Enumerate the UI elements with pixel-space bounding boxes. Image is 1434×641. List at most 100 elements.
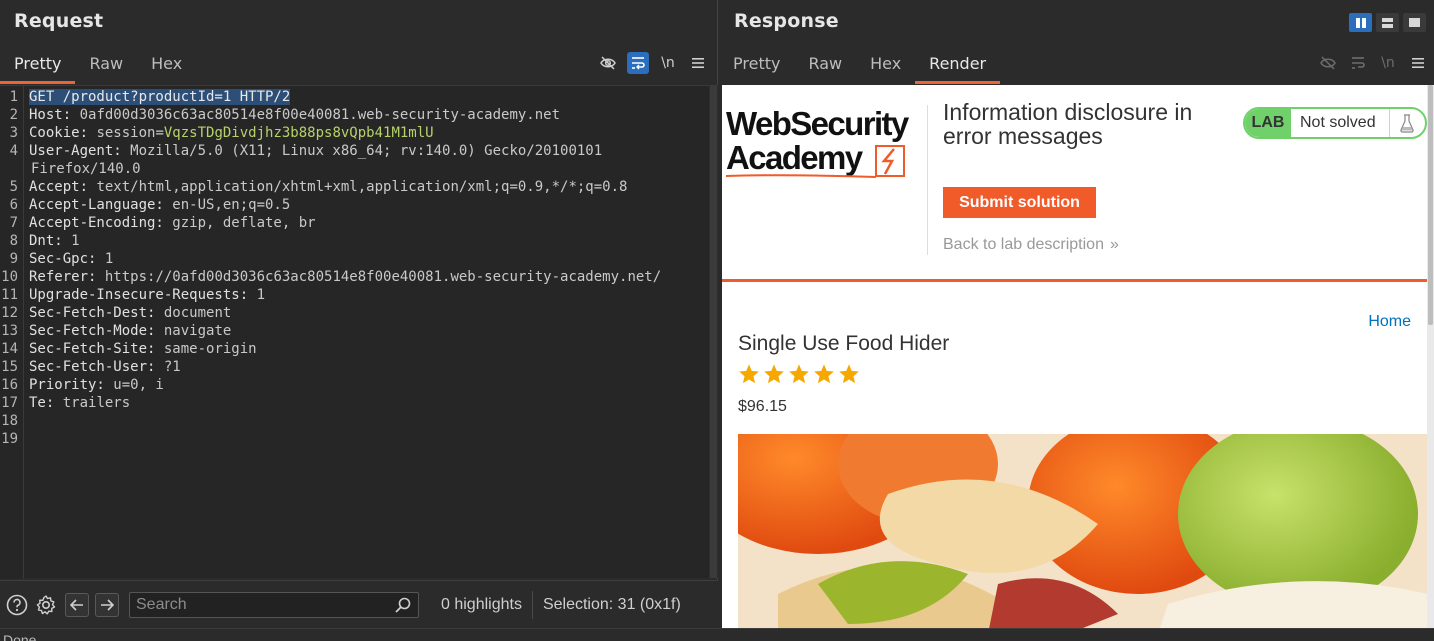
line-text: Upgrade-Insecure-Requests: 1: [22, 286, 265, 304]
search-box: [129, 591, 419, 618]
line-number: 14: [1, 341, 18, 357]
tab-pretty[interactable]: Pretty: [0, 44, 76, 84]
wrapped-text: Firefox/140.0: [31, 161, 141, 177]
response-tabs: Pretty Raw Hex Render: [719, 44, 1001, 84]
line-text: Accept-Encoding: gzip, deflate, br: [22, 214, 316, 232]
header-name: Host:: [29, 107, 72, 123]
star-icon: [839, 364, 859, 384]
request-line: 10 Referer: https://0afd00d3036c63ac80514…: [0, 268, 718, 286]
submit-solution-button[interactable]: Submit solution: [943, 187, 1096, 218]
lab-title: Information disclosure in error messages: [943, 99, 1193, 149]
header-name: Sec-Fetch-Site:: [29, 341, 156, 357]
line-number: 9: [9, 251, 18, 267]
request-line: 11 Upgrade-Insecure-Requests: 1: [0, 286, 718, 304]
tab-render[interactable]: Render: [915, 44, 1001, 84]
header-name: Accept-Language:: [29, 197, 164, 213]
request-scrollbar[interactable]: [709, 85, 718, 578]
line-number: 17: [1, 395, 18, 411]
product-price: $96.15: [738, 398, 787, 415]
product-name: Single Use Food Hider: [738, 332, 950, 355]
request-line: 2 Host: 0afd00d3036c63ac80514e8f00e40081.…: [0, 106, 718, 124]
search-input[interactable]: [130, 592, 380, 617]
help-icon[interactable]: [5, 593, 29, 617]
lab-label: LAB: [1245, 109, 1291, 137]
request-statusbar: 0 highlights Selection: 31 (0x1f): [0, 580, 718, 628]
line-number: 11: [1, 287, 18, 303]
line-text: GET /product?productId=1 HTTP/2: [22, 88, 291, 106]
selection-info: Selection: 31 (0x1f): [542, 595, 681, 613]
cookie-value: VqzsTDgDivdjhz3b88ps8vQpb41M1mlU: [163, 125, 434, 141]
header-value: document: [155, 305, 232, 321]
layout-tabs-icon[interactable]: [1403, 13, 1426, 32]
layout-side-by-side-icon[interactable]: [1349, 13, 1372, 32]
highlights-count: 0 highlights: [441, 595, 522, 613]
line-number: 15: [1, 359, 18, 375]
previous-arrow-icon[interactable]: [65, 592, 89, 617]
request-line: 6 Accept-Language: en-US,en;q=0.5: [0, 196, 718, 214]
header-name: Sec-Gpc:: [29, 251, 97, 267]
header-value: session=: [88, 125, 164, 141]
header-value: 1: [62, 233, 80, 249]
search-icon[interactable]: [394, 596, 412, 614]
header-name: Cookie:: [29, 125, 89, 141]
response-title: Response: [734, 10, 839, 32]
star-icon: [814, 364, 834, 384]
request-title: Request: [14, 10, 104, 32]
menu-icon[interactable]: [687, 52, 709, 74]
hide-nonprintable-icon[interactable]: [1317, 52, 1339, 74]
double-chevron-icon: »: [1109, 236, 1119, 253]
back-to-lab-link[interactable]: Back to lab description »: [943, 236, 1119, 254]
request-pane: Request Pretty Raw Hex \n 1 GET /product?…: [0, 0, 718, 628]
layout-stacked-icon[interactable]: [1376, 13, 1399, 32]
tab-hex[interactable]: Hex: [856, 44, 915, 84]
logo-underline: [726, 174, 877, 178]
render-scrollbar[interactable]: [1427, 85, 1434, 628]
line-number: 10: [1, 269, 18, 285]
back-link-label: Back to lab description: [943, 236, 1104, 253]
header-rule: [722, 279, 1427, 282]
star-icon: [739, 364, 759, 384]
tab-raw[interactable]: Raw: [794, 44, 856, 84]
header-name: Sec-Fetch-Mode:: [29, 323, 156, 339]
line-text: [22, 412, 29, 430]
home-link[interactable]: Home: [1368, 313, 1411, 331]
newline-toggle[interactable]: \n: [657, 52, 679, 74]
request-line: 13 Sec-Fetch-Mode: navigate: [0, 322, 718, 340]
layout-switcher: [1349, 13, 1426, 32]
word-wrap-icon[interactable]: [1347, 52, 1369, 74]
hide-nonprintable-icon[interactable]: [597, 52, 619, 74]
newline-toggle[interactable]: \n: [1377, 52, 1399, 74]
header-name: Te:: [29, 395, 55, 411]
menu-icon[interactable]: [1407, 52, 1429, 74]
tab-raw[interactable]: Raw: [75, 44, 137, 84]
header-name: Sec-Fetch-User:: [29, 359, 156, 375]
request-toolbar: \n: [597, 52, 709, 74]
settings-gear-icon[interactable]: [34, 593, 58, 617]
header-value: https://0afd00d3036c63ac80514e8f00e40081…: [96, 269, 662, 285]
tab-hex[interactable]: Hex: [137, 44, 196, 84]
request-line: 3 Cookie: session=VqzsTDgDivdjhz3b88ps8vQ…: [0, 124, 718, 142]
header-value: 1: [96, 251, 114, 267]
request-line: 17 Te: trailers: [0, 394, 718, 412]
line-text: Dnt: 1: [22, 232, 80, 250]
request-tabs: Pretty Raw Hex: [0, 44, 196, 84]
line-number: 7: [9, 215, 18, 231]
next-arrow-icon[interactable]: [95, 592, 119, 617]
header-name: Priority:: [29, 377, 105, 393]
wrapped-line: Firefox/140.0: [0, 160, 718, 178]
header-value: u=0, i: [104, 377, 164, 393]
status-text: Done: [3, 632, 37, 641]
line-text: Sec-Fetch-User: ?1: [22, 358, 181, 376]
line-number: 13: [1, 323, 18, 339]
request-editor[interactable]: 1 GET /product?productId=1 HTTP/2 2 Host: 0…: [0, 85, 718, 579]
request-line: 19: [0, 430, 718, 448]
star-icon: [764, 364, 784, 384]
word-wrap-icon[interactable]: [627, 52, 649, 74]
line-text: [22, 430, 29, 448]
tab-pretty[interactable]: Pretty: [719, 44, 794, 84]
header-value: text/html,application/xhtml+xml,applicat…: [88, 179, 628, 195]
line-number: 16: [1, 377, 18, 393]
web-security-academy-logo: WebSecurity Academy: [726, 107, 926, 178]
line-text: Referer: https://0afd00d3036c63ac80514e8…: [22, 268, 661, 286]
line-number: 6: [9, 197, 18, 213]
